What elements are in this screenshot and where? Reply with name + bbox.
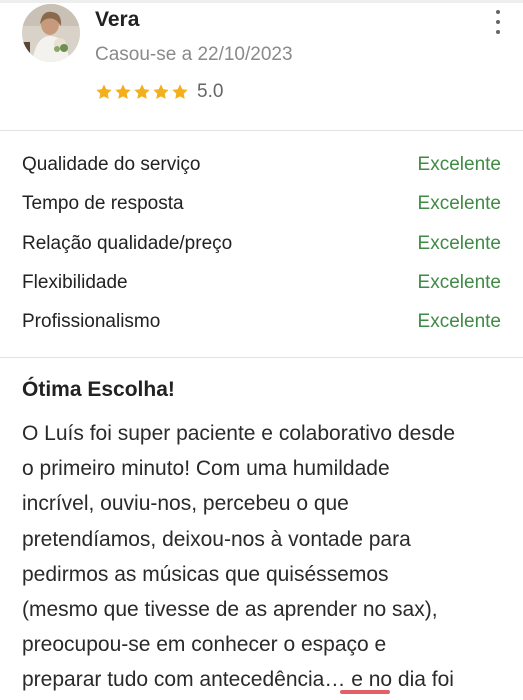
review-text-line: pretendíamos, deixou-nos à vontade para <box>22 527 411 551</box>
review-header: Vera Casou-se a 22/10/2023 5.0 <box>0 0 523 130</box>
read-more-indicator[interactable] <box>340 690 390 694</box>
review-text-line: (mesmo que tivesse de as aprender no sax… <box>22 598 438 622</box>
criteria-label: Relação qualidade/preço <box>22 232 233 254</box>
star-icon <box>134 84 150 99</box>
more-vertical-icon <box>496 10 500 14</box>
criteria-row: Profissionalismo Excelente <box>0 303 523 342</box>
divider <box>0 130 523 131</box>
criteria-label: Flexibilidade <box>22 271 128 293</box>
star-rating <box>95 83 189 101</box>
star-icon <box>172 84 188 99</box>
star-icon <box>115 84 131 99</box>
review-text-line: O Luís foi super paciente e colaborativo… <box>22 422 456 445</box>
review-text-line: pedirmos as músicas que quiséssemos <box>22 562 389 586</box>
review-text-line: preparar tudo com antecedência… e no dia… <box>22 668 454 692</box>
review-text: O Luís foi super paciente e colaborativo… <box>22 416 504 698</box>
criteria-value: Excelente <box>417 271 501 293</box>
criteria-row: Tempo de resposta Excelente <box>0 185 523 224</box>
reviewer-name: Vera <box>95 8 140 31</box>
wedding-date: Casou-se a 22/10/2023 <box>95 44 293 65</box>
divider <box>0 357 523 358</box>
criteria-row: Qualidade do serviço Excelente <box>0 146 523 185</box>
rating-value: 5.0 <box>197 81 224 102</box>
avatar-photo <box>22 4 80 62</box>
criteria-value: Excelente <box>417 154 501 175</box>
more-options-button[interactable] <box>488 10 508 34</box>
star-icon <box>153 84 169 99</box>
review-text-line: o primeiro minuto! Com uma humildade <box>22 457 390 481</box>
review-title: Ótima Escolha! <box>22 378 175 401</box>
criteria-value: Excelente <box>417 193 501 215</box>
criteria-list: Qualidade do serviço Excelente Tempo de re… <box>0 146 523 342</box>
review-text-line: incrível, ouviu-nos, percebeu o que <box>22 492 349 516</box>
avatar[interactable] <box>22 4 80 62</box>
criteria-label: Tempo de resposta <box>22 193 184 215</box>
criteria-value: Excelente <box>417 311 501 333</box>
criteria-value: Excelente <box>417 232 501 254</box>
criteria-row: Relação qualidade/preço Excelente <box>0 225 523 264</box>
rating: 5.0 <box>95 80 223 104</box>
review-text-line: preocupou-se em conhecer o espaço e <box>22 633 387 657</box>
star-icon <box>96 84 112 99</box>
criteria-label: Profissionalismo <box>22 311 161 333</box>
criteria-row: Flexibilidade Excelente <box>0 264 523 303</box>
criteria-label: Qualidade do serviço <box>22 154 201 175</box>
